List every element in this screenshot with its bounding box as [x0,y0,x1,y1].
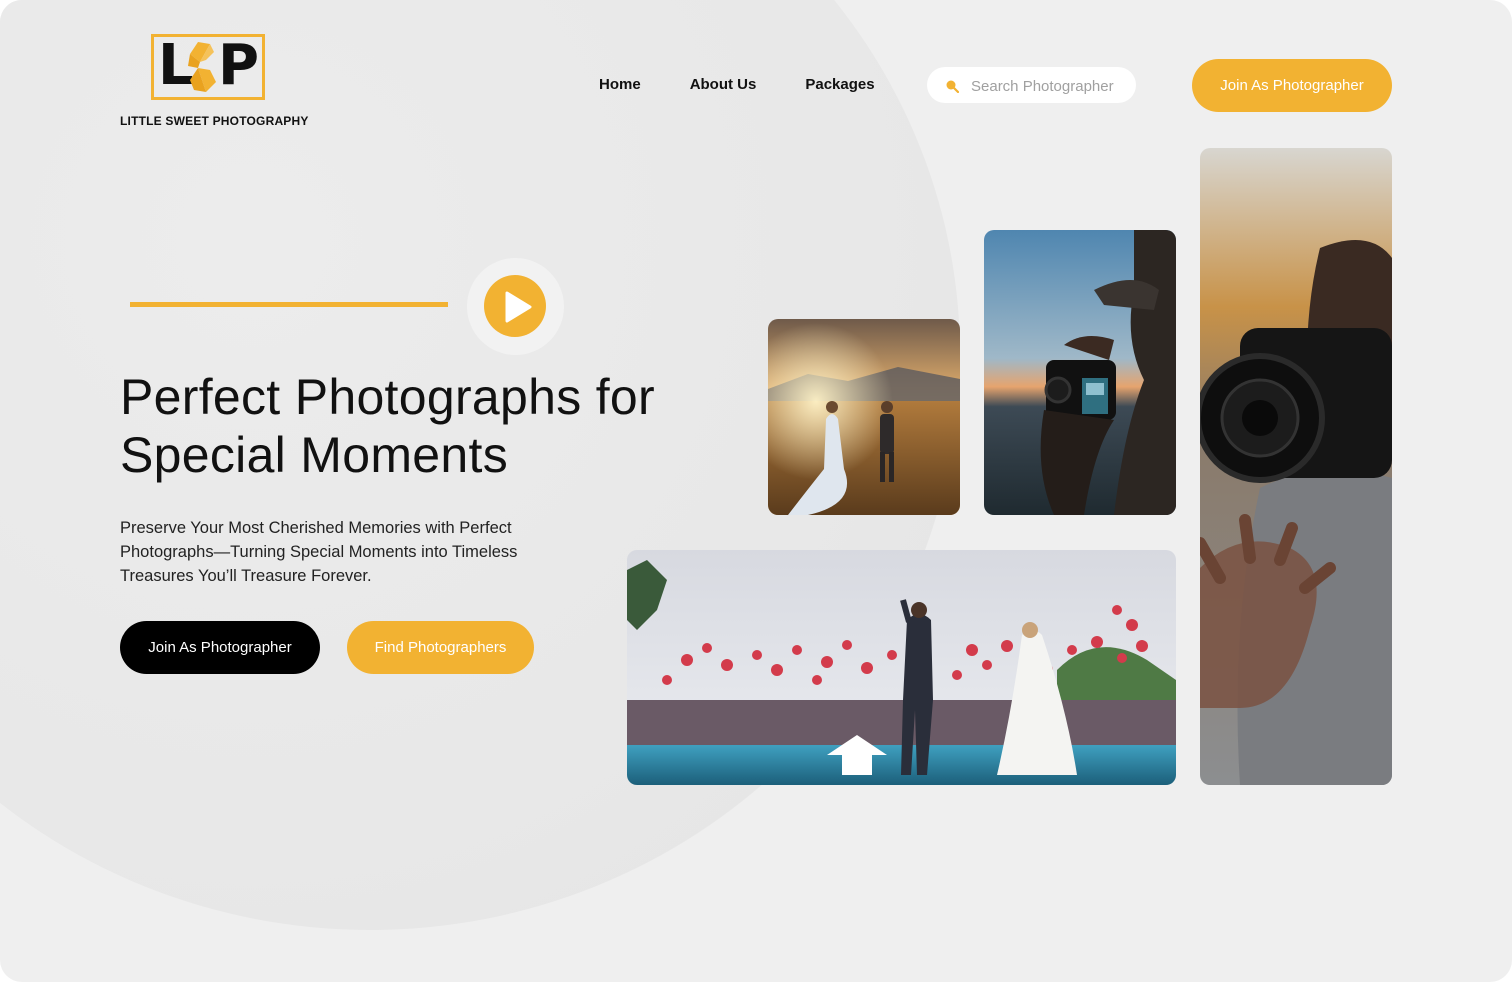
join-photographer-button[interactable]: Join As Photographer [120,621,320,674]
brand-name: LITTLE SWEET PHOTOGRAPHY [120,114,309,128]
photographer-closeup-photo [1200,148,1392,785]
photographer-sunset-photo [984,230,1176,515]
search-box [927,67,1136,105]
hero-title-line-2: Special Moments [120,427,508,483]
hero-subtitle: Preserve Your Most Cherished Memories wi… [120,519,518,585]
aperture-s-icon [188,42,216,92]
nav-home[interactable]: Home [599,76,641,94]
couple-sunset-photo [768,319,960,515]
join-photographer-header-button[interactable]: Join As Photographer [1192,59,1392,112]
logo-letter-p: P [218,33,260,98]
accent-line [130,302,448,307]
play-button[interactable] [467,258,564,355]
find-photographers-button[interactable]: Find Photographers [347,621,534,674]
search-icon [946,80,959,93]
main-nav: Home About Us Packages [599,76,924,94]
play-icon [505,291,532,323]
play-button-inner [484,275,546,337]
brand-logo[interactable]: L P LITTLE SWEET PHOTOGRAPHY [120,34,310,129]
wedding-balloons-photo [627,550,1176,785]
page-frame: L P LITTLE SWEET PHOTOGRAPHY Home About … [0,0,1512,982]
hero-title-line-1: Perfect Photographs for [120,369,655,425]
hero-title: Perfect Photographs for Special Moments [120,368,760,484]
nav-about-us[interactable]: About Us [690,76,757,94]
search-input[interactable] [969,67,1133,105]
nav-packages[interactable]: Packages [805,76,874,94]
